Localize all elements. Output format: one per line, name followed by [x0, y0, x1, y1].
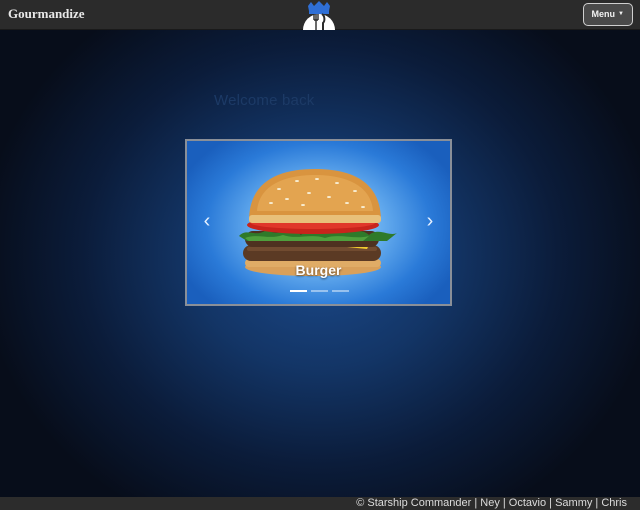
brand-name[interactable]: Gourmandize — [8, 6, 85, 22]
carousel-indicator[interactable] — [311, 290, 328, 292]
carousel-indicators — [290, 290, 349, 292]
welcome-heading: Welcome back — [214, 92, 315, 109]
footer-credits: © Starship Commander | Ney | Octavio | S… — [356, 497, 627, 509]
caret-down-icon: ▼ — [618, 11, 624, 17]
carousel-indicator[interactable] — [290, 290, 307, 292]
footer: © Starship Commander | Ney | Octavio | S… — [0, 497, 640, 510]
carousel-indicator[interactable] — [332, 290, 349, 292]
chevron-left-icon[interactable]: ‹ — [196, 209, 218, 233]
slide-caption: Burger — [295, 262, 342, 278]
navbar: Gourmandize Menu ▼ — [0, 0, 640, 30]
burger-image — [239, 169, 397, 276]
chevron-right-icon[interactable]: › — [419, 209, 441, 233]
image-carousel[interactable]: ‹ › Burger — [185, 139, 452, 306]
menu-button-label: Menu — [591, 9, 616, 19]
crown-fork-knife-icon[interactable] — [298, 0, 340, 30]
menu-button[interactable]: Menu ▼ — [582, 3, 633, 26]
